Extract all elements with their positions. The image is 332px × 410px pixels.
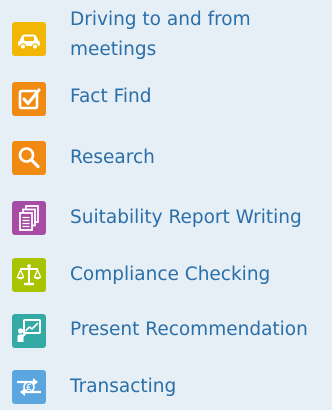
activity-list: Driving to and from meetings Fact Find R… bbox=[0, 0, 332, 410]
list-item-compliance-checking: Compliance Checking bbox=[12, 258, 332, 298]
magnifier-icon bbox=[12, 141, 46, 175]
list-item-label: Research bbox=[70, 147, 155, 168]
list-item-driving: Driving to and from meetings bbox=[12, 5, 332, 60]
list-item-label: Present Recommendation bbox=[70, 319, 308, 340]
list-item-label: Transacting bbox=[70, 376, 177, 397]
list-item-present-recommendation: Present Recommendation bbox=[12, 314, 332, 354]
car-icon bbox=[12, 22, 46, 56]
list-item-research: Research bbox=[12, 141, 332, 181]
exchange-icon bbox=[12, 370, 46, 404]
list-item-label: Fact Find bbox=[70, 86, 152, 107]
list-item-label: Suitability Report Writing bbox=[70, 207, 302, 228]
list-item-fact-find: Fact Find bbox=[12, 82, 332, 122]
presentation-icon bbox=[12, 314, 46, 348]
documents-icon bbox=[12, 201, 46, 235]
checkbox-icon bbox=[12, 82, 46, 116]
list-item-suitability-report-writing: Suitability Report Writing bbox=[12, 201, 332, 241]
list-item-transacting: Transacting bbox=[12, 370, 332, 410]
list-item-label: Compliance Checking bbox=[70, 264, 271, 285]
scales-icon bbox=[12, 258, 46, 292]
list-item-label: Driving to and from meetings bbox=[70, 9, 251, 60]
